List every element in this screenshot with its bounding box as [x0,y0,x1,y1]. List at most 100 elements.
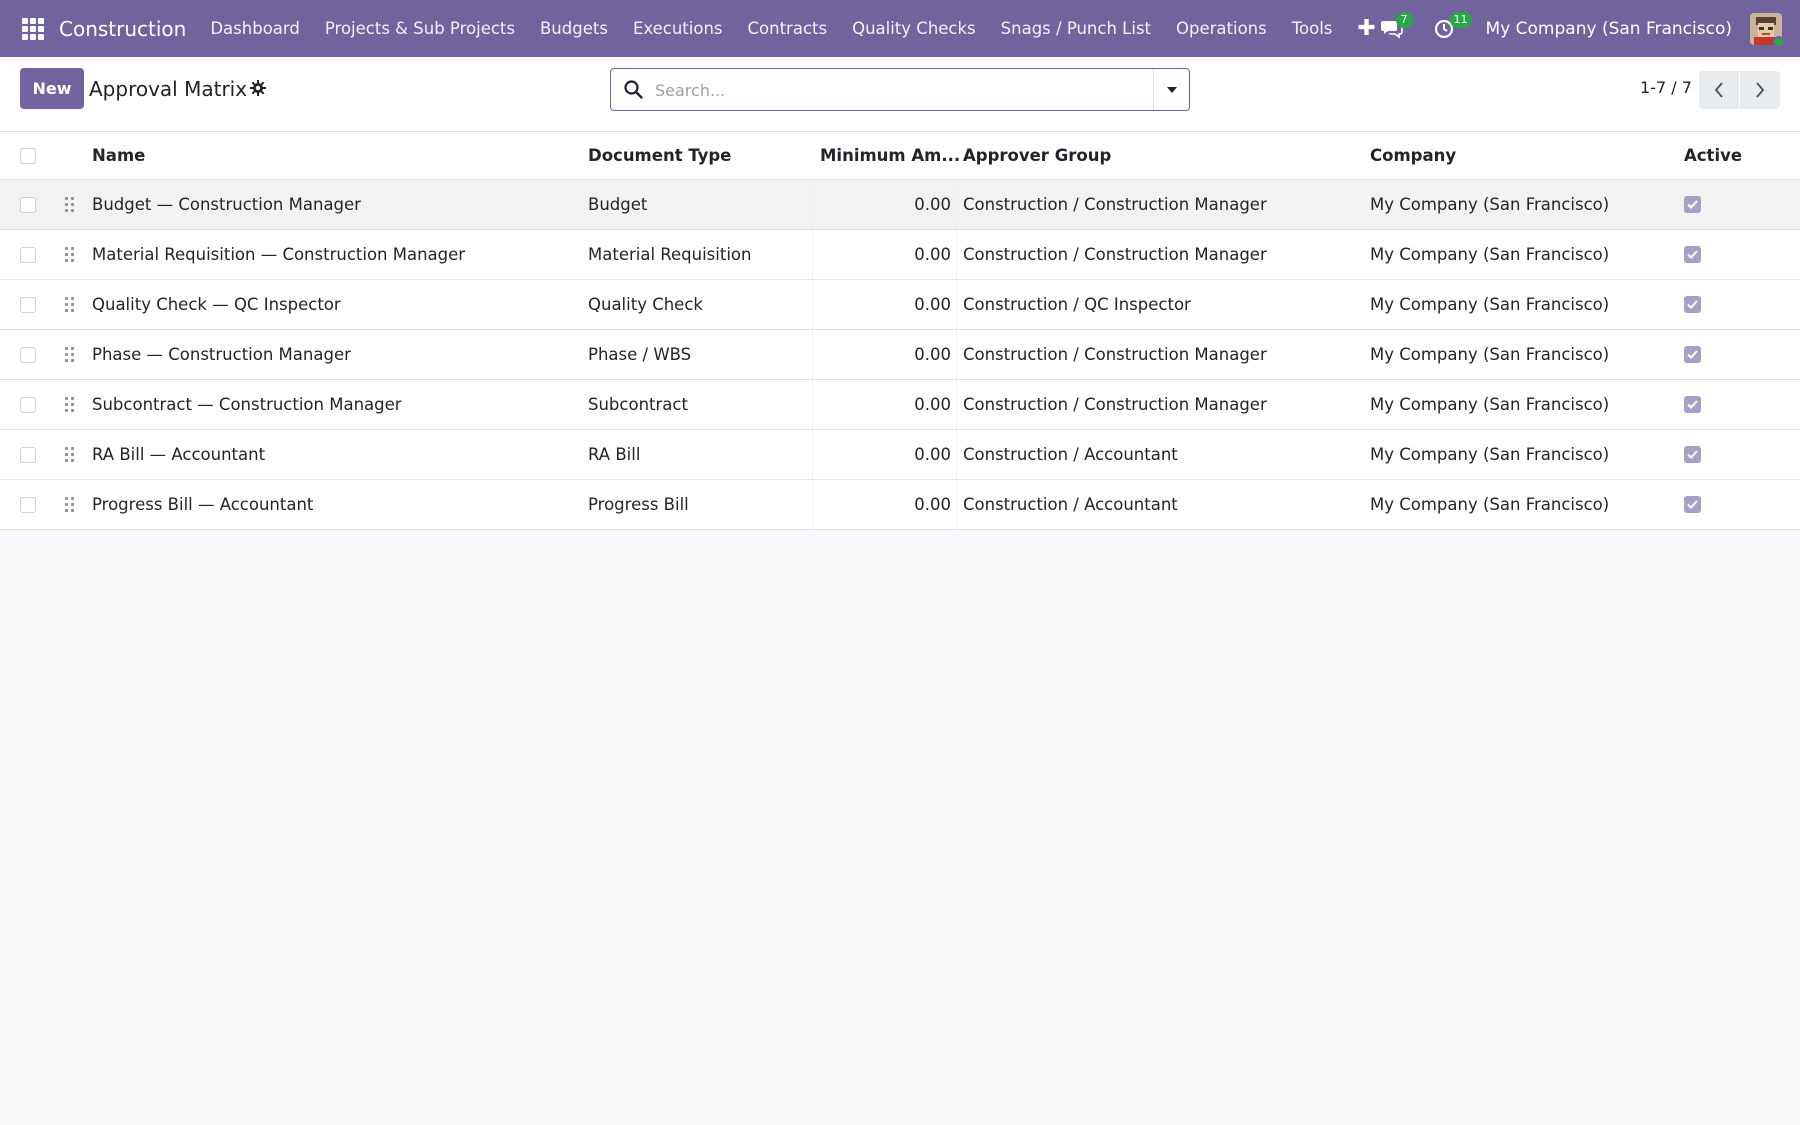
messaging-icon[interactable]: 7 [1378,11,1413,44]
cell-document-type: Subcontract [588,395,688,414]
active-checkbox[interactable] [1684,446,1701,463]
apps-menu-icon[interactable] [22,17,44,40]
cell-name: Progress Bill — Accountant [92,495,314,514]
main-menu: Dashboard Projects & Sub Projects Budget… [210,16,1375,41]
search-input[interactable] [655,77,1055,103]
search-icon [624,80,643,103]
checkmark-icon [1687,300,1698,309]
cell-name: RA Bill — Accountant [92,445,266,464]
table-row[interactable]: Subcontract — Construction Manager Subco… [0,380,1800,430]
cell-name: Subcontract — Construction Manager [92,395,402,414]
row-select-checkbox[interactable] [20,296,36,313]
column-header-name[interactable]: Name [92,132,145,179]
activities-badge: 11 [1449,11,1472,28]
column-header-document-type[interactable]: Document Type [588,132,731,179]
row-select-checkbox[interactable] [20,396,36,413]
company-switcher[interactable]: My Company (San Francisco) [1486,19,1732,39]
drag-handle-icon[interactable] [65,397,74,412]
cell-name: Material Requisition — Construction Mana… [92,245,466,264]
cell-approver-group: Construction / Construction Manager [963,395,1267,414]
active-checkbox[interactable] [1684,396,1701,413]
row-select-checkbox[interactable] [20,196,36,213]
active-checkbox[interactable] [1684,246,1701,263]
table-row[interactable]: Quality Check — QC Inspector Quality Che… [0,280,1800,330]
menu-operations[interactable]: Operations [1176,19,1267,38]
checkmark-icon [1687,200,1698,209]
search-options-toggle[interactable] [1153,69,1189,110]
cell-approver-group: Construction / Construction Manager [963,345,1267,364]
active-checkbox[interactable] [1684,296,1701,313]
column-header-minimum-amount[interactable]: Minimum Am... [820,132,960,179]
activity-clock-icon[interactable]: 11 [1432,11,1472,44]
cell-approver-group: Construction / Construction Manager [963,245,1267,264]
cell-document-type: Progress Bill [588,495,689,514]
online-status-icon [1773,35,1785,48]
menu-dashboard[interactable]: Dashboard [210,19,300,38]
cell-name: Budget — Construction Manager [92,195,361,214]
row-select-checkbox[interactable] [20,246,36,263]
cell-name: Quality Check — QC Inspector [92,295,341,314]
menu-tools[interactable]: Tools [1292,19,1333,38]
drag-handle-icon[interactable] [65,347,74,362]
drag-handle-icon[interactable] [65,297,74,312]
cell-company: My Company (San Francisco) [1370,295,1610,314]
drag-handle-icon[interactable] [65,197,74,212]
gear-icon[interactable] [250,80,266,100]
active-checkbox[interactable] [1684,496,1701,513]
systray: 7 11 My Company (San Francisco) [1378,0,1800,57]
top-navbar: Construction Dashboard Projects & Sub Pr… [0,0,1800,57]
cell-company: My Company (San Francisco) [1370,195,1610,214]
chevron-left-icon [1714,82,1723,98]
table-row[interactable]: Phase — Construction Manager Phase / WBS… [0,330,1800,380]
row-select-checkbox[interactable] [20,346,36,363]
approval-matrix-list: Name Document Type Minimum Am... Approve… [0,132,1800,530]
drag-handle-icon[interactable] [65,497,74,512]
table-row[interactable]: Progress Bill — Accountant Progress Bill… [0,480,1800,530]
select-all-checkbox[interactable] [20,147,36,164]
cell-approver-group: Construction / Accountant [963,445,1178,464]
menu-budgets[interactable]: Budgets [540,19,608,38]
cell-minimum-amount: 0.00 [914,445,951,464]
active-checkbox[interactable] [1684,196,1701,213]
cell-document-type: Phase / WBS [588,345,692,364]
pager-next-button[interactable] [1740,71,1780,109]
table-row[interactable]: Material Requisition — Construction Mana… [0,230,1800,280]
menu-projects[interactable]: Projects & Sub Projects [325,19,515,38]
pager-previous-button[interactable] [1699,71,1739,109]
checkmark-icon [1687,250,1698,259]
menu-contracts[interactable]: Contracts [748,19,828,38]
cell-minimum-amount: 0.00 [914,345,951,364]
table-row[interactable]: Budget — Construction Manager Budget 0.0… [0,180,1800,230]
cell-approver-group: Construction / Accountant [963,495,1178,514]
new-button[interactable]: New [20,68,84,109]
chevron-right-icon [1756,82,1765,98]
drag-handle-icon[interactable] [65,447,74,462]
drag-handle-icon[interactable] [65,247,74,262]
search-bar [610,68,1190,111]
cell-company: My Company (San Francisco) [1370,245,1610,264]
app-brand[interactable]: Construction [59,17,186,41]
cell-company: My Company (San Francisco) [1370,495,1610,514]
user-avatar[interactable] [1750,12,1785,48]
cell-minimum-amount: 0.00 [914,395,951,414]
row-select-checkbox[interactable] [20,446,36,463]
checkmark-icon [1687,350,1698,359]
control-panel: New Approval Matrix 1-7 / [0,57,1800,132]
table-row[interactable]: RA Bill — Accountant RA Bill 0.00 Constr… [0,430,1800,480]
row-select-checkbox[interactable] [20,496,36,513]
column-header-approver-group[interactable]: Approver Group [963,132,1111,179]
checkmark-icon [1687,450,1698,459]
menu-quality-checks[interactable]: Quality Checks [852,19,976,38]
page-title: Approval Matrix [89,77,248,101]
column-header-company[interactable]: Company [1370,132,1456,179]
caret-down-icon [1166,86,1177,93]
menu-snags[interactable]: Snags / Punch List [1001,19,1151,38]
active-checkbox[interactable] [1684,346,1701,363]
column-header-active[interactable]: Active [1684,132,1742,179]
add-menu-icon[interactable]: ✚ [1357,16,1375,41]
menu-executions[interactable]: Executions [633,19,723,38]
cell-document-type: Quality Check [588,295,703,314]
pager-value[interactable]: 1-7 / 7 [1640,78,1692,97]
cell-minimum-amount: 0.00 [914,295,951,314]
cell-company: My Company (San Francisco) [1370,395,1610,414]
